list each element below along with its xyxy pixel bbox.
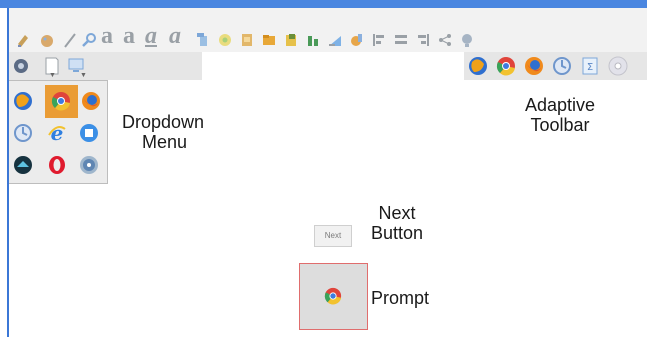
folder-icon[interactable] xyxy=(261,32,277,48)
svg-text:e: e xyxy=(51,123,64,143)
ie-icon[interactable]: e xyxy=(47,123,67,143)
firefox-icon[interactable] xyxy=(468,56,488,76)
chrome-icon[interactable] xyxy=(51,91,71,111)
adaptive-toolbar-label: Adaptive Toolbar xyxy=(520,95,600,135)
prompt-label: Prompt xyxy=(371,288,430,308)
next-button[interactable]: Next xyxy=(314,225,352,247)
disc-icon[interactable] xyxy=(608,56,628,76)
align-right-icon[interactable] xyxy=(415,32,431,48)
media-player-icon[interactable] xyxy=(79,123,99,143)
update-icon[interactable] xyxy=(13,123,33,143)
window-top-bar xyxy=(0,0,647,8)
line-icon[interactable] xyxy=(61,32,77,48)
adaptive-toolbar-label-line1: Adaptive xyxy=(524,95,596,115)
chrome-icon[interactable] xyxy=(496,56,516,76)
align-left-icon[interactable] xyxy=(371,32,387,48)
firefox-alt-icon[interactable] xyxy=(81,91,101,111)
print-icon[interactable] xyxy=(239,32,255,48)
share-icon[interactable] xyxy=(437,32,453,48)
edit-icon[interactable] xyxy=(15,32,31,48)
main-toolbar: a a a a xyxy=(9,8,647,52)
paint-icon[interactable] xyxy=(39,32,55,48)
font-serif-icon[interactable]: a xyxy=(123,24,135,48)
safari-icon[interactable] xyxy=(79,155,99,175)
monitor-dropdown-arrow-icon[interactable]: ▼ xyxy=(80,72,87,79)
opera-icon[interactable] xyxy=(47,155,67,175)
thunderbird-icon[interactable] xyxy=(13,155,33,175)
font-italic-icon[interactable]: a xyxy=(169,24,181,48)
save-icon[interactable] xyxy=(283,32,299,48)
align-center-icon[interactable] xyxy=(393,32,409,48)
zoom-icon[interactable] xyxy=(81,32,97,48)
document-dropdown-arrow-icon[interactable]: ▼ xyxy=(49,72,56,79)
color-picker-icon[interactable] xyxy=(217,32,233,48)
svg-text:Σ: Σ xyxy=(587,62,593,73)
next-button-label-line1: Next xyxy=(378,203,416,223)
dropdown-menu: e xyxy=(9,80,108,184)
next-button-label-line2: Button xyxy=(370,223,424,243)
dropdown-menu-label-line2: Menu xyxy=(142,132,188,152)
spreadsheet-icon[interactable]: Σ xyxy=(580,56,600,76)
dropdown-menu-label: Dropdown Menu xyxy=(122,112,204,152)
brush-icon[interactable] xyxy=(327,32,343,48)
settings-icon[interactable] xyxy=(12,57,30,75)
font-bold-icon[interactable]: a xyxy=(101,24,113,48)
prompt-box[interactable] xyxy=(299,263,368,330)
chart-icon[interactable] xyxy=(305,32,321,48)
dropdown-menu-label-line1: Dropdown xyxy=(122,112,205,132)
paste-icon[interactable] xyxy=(195,32,211,48)
bulb-icon[interactable] xyxy=(459,32,475,48)
firefox-alt-icon[interactable] xyxy=(524,56,544,76)
adaptive-toolbar-label-line2: Toolbar xyxy=(530,115,590,135)
update-icon[interactable] xyxy=(552,56,572,76)
font-underline-icon[interactable]: a xyxy=(145,24,157,48)
chrome-icon xyxy=(324,287,342,305)
tools-icon[interactable] xyxy=(349,32,365,48)
next-button-label: Next Button xyxy=(362,203,432,243)
firefox-icon[interactable] xyxy=(13,91,33,111)
address-bar[interactable] xyxy=(202,52,464,80)
